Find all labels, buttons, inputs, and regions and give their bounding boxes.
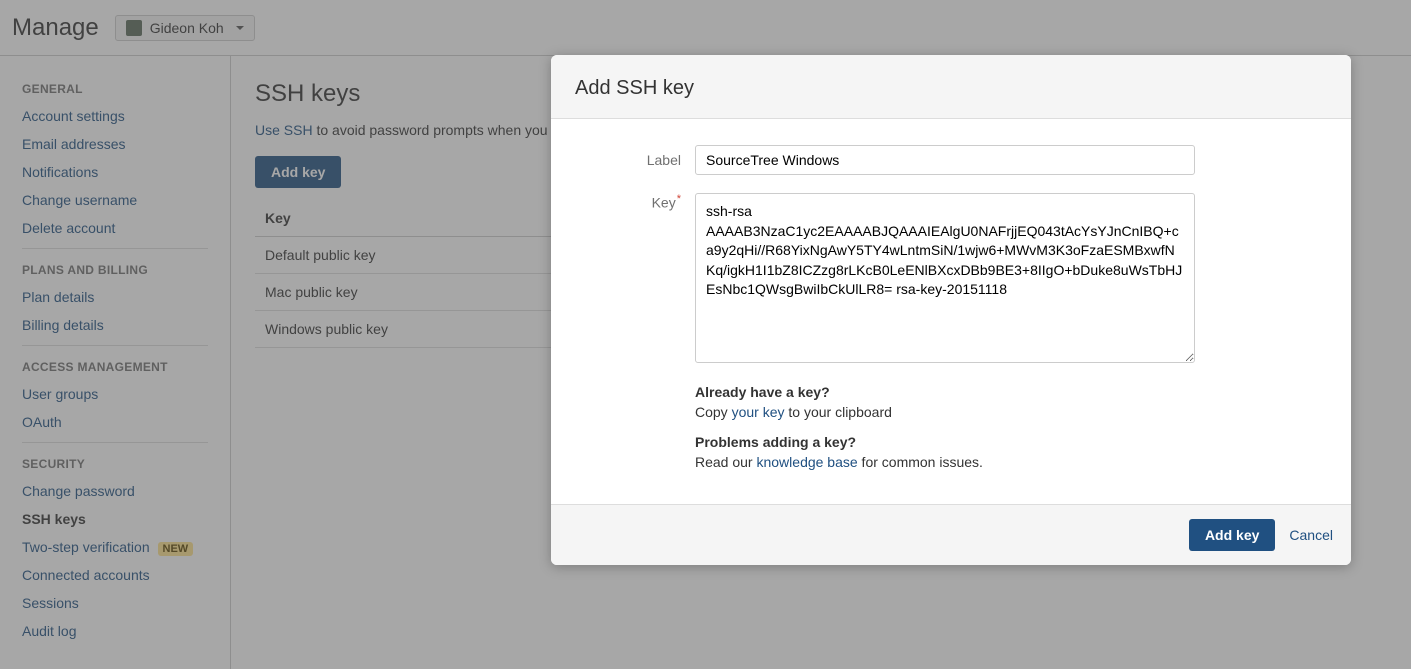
modal-footer: Add key Cancel xyxy=(551,504,1351,565)
label-input[interactable] xyxy=(695,145,1195,175)
help-already-heading: Already have a key? xyxy=(695,384,1327,400)
modal-add-key-button[interactable]: Add key xyxy=(1189,519,1275,551)
key-textarea[interactable] xyxy=(695,193,1195,363)
modal-body: Label Key* Already have a key? Copy your… xyxy=(551,119,1351,504)
key-field-label: Key* xyxy=(575,193,695,211)
modal-title: Add SSH key xyxy=(575,77,1327,100)
add-ssh-key-modal: Add SSH key Label Key* Already have a ke… xyxy=(551,55,1351,565)
label-field-label: Label xyxy=(575,152,695,168)
knowledge-base-link[interactable]: knowledge base xyxy=(756,454,857,470)
help-problems-heading: Problems adding a key? xyxy=(695,434,1327,450)
modal-cancel-link[interactable]: Cancel xyxy=(1289,527,1333,543)
help-already-text: Copy your key to your clipboard xyxy=(695,404,1327,420)
help-problems-text: Read our knowledge base for common issue… xyxy=(695,454,1327,470)
your-key-link[interactable]: your key xyxy=(732,404,785,420)
modal-header: Add SSH key xyxy=(551,55,1351,119)
